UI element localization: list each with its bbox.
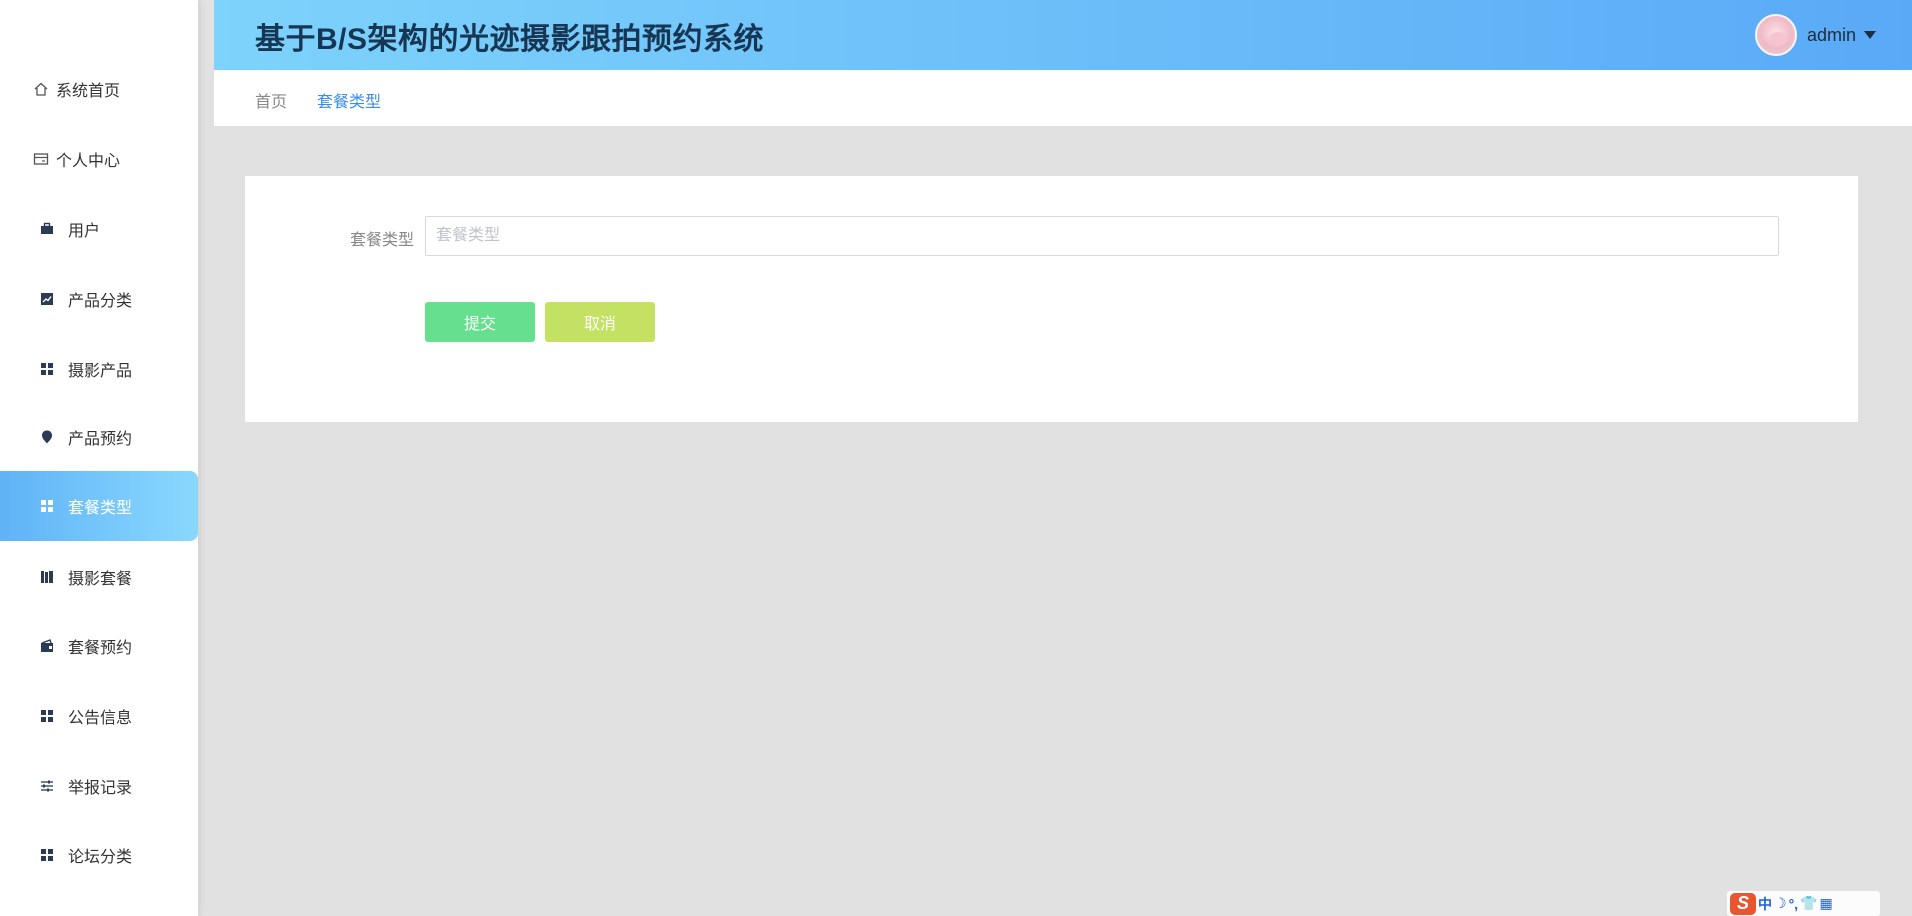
sidebar-item-label: 套餐预约 — [68, 640, 133, 657]
id-card-icon — [32, 150, 50, 168]
sidebar-item-package-booking[interactable]: 套餐预约 — [0, 611, 198, 681]
cancel-button[interactable]: 取消 — [545, 302, 655, 342]
breadcrumb-home[interactable]: 首页 — [255, 88, 287, 112]
sidebar-item-photo-package[interactable]: 摄影套餐 — [0, 542, 198, 612]
package-type-label: 套餐类型 — [350, 232, 415, 249]
sidebar-item-package-type[interactable]: 套餐类型 — [0, 471, 198, 541]
user-name[interactable]: admin — [1807, 25, 1856, 46]
briefcase-icon — [38, 220, 56, 238]
punctuation-icon[interactable]: °, — [1789, 896, 1799, 912]
caret-down-icon[interactable] — [1864, 31, 1876, 39]
user-menu[interactable]: admin — [1754, 14, 1876, 56]
grid-icon — [38, 846, 56, 864]
sogou-logo-icon[interactable]: S — [1730, 892, 1756, 915]
sidebar: 系统首页 个人中心 用户 产品分类 摄影产品 产品预约 套餐类型 摄影套餐 套餐… — [0, 0, 198, 916]
home-icon — [32, 80, 50, 98]
sidebar-item-label: 摄影套餐 — [68, 571, 133, 588]
sidebar-item-label: 产品预约 — [68, 431, 133, 448]
sidebar-item-product-booking[interactable]: 产品预约 — [0, 402, 198, 472]
sidebar-item-label: 公告信息 — [68, 710, 133, 727]
sidebar-item-profile[interactable]: 个人中心 — [0, 124, 198, 194]
avatar[interactable] — [1754, 14, 1797, 56]
toolbox-icon[interactable]: ▦ — [1820, 895, 1833, 912]
package-type-input[interactable] — [425, 216, 1779, 256]
sidebar-item-forum-category[interactable]: 论坛分类 — [0, 820, 198, 890]
sidebar-item-label: 举报记录 — [68, 780, 133, 797]
chart-icon — [38, 290, 56, 308]
sidebar-item-home[interactable]: 系统首页 — [0, 54, 198, 124]
sidebar-item-product-category[interactable]: 产品分类 — [0, 264, 198, 334]
books-icon — [38, 568, 56, 586]
sidebar-item-report-record[interactable]: 举报记录 — [0, 751, 198, 821]
submit-button[interactable]: 提交 — [425, 302, 535, 342]
sidebar-item-label: 论坛分类 — [68, 849, 133, 866]
grid-icon — [38, 497, 56, 515]
sidebar-item-label: 摄影产品 — [68, 363, 133, 380]
ime-toolbar[interactable]: S 中 ☽ °, 👕 ▦ — [1727, 891, 1880, 916]
breadcrumb: 首页 套餐类型 — [214, 70, 1912, 126]
skin-icon[interactable]: 👕 — [1800, 895, 1817, 912]
wallet-icon — [38, 637, 56, 655]
form-card: 套餐类型 提交 取消 — [245, 176, 1858, 422]
app-title: 基于B/S架构的光迹摄影跟拍预约系统 — [255, 23, 765, 56]
top-header: 基于B/S架构的光迹摄影跟拍预约系统 admin — [214, 0, 1912, 70]
sidebar-item-announcement[interactable]: 公告信息 — [0, 681, 198, 751]
sidebar-item-label: 个人中心 — [56, 153, 121, 170]
sidebar-item-label: 产品分类 — [68, 293, 133, 310]
sliders-icon — [38, 777, 56, 795]
grid-icon — [38, 360, 56, 378]
sidebar-item-label: 套餐类型 — [68, 500, 133, 517]
pin-icon — [38, 428, 56, 446]
sidebar-item-label: 系统首页 — [56, 83, 121, 100]
ime-chinese-mode[interactable]: 中 — [1758, 894, 1772, 914]
sidebar-item-users[interactable]: 用户 — [0, 194, 198, 264]
breadcrumb-current[interactable]: 套餐类型 — [317, 88, 381, 112]
sidebar-item-photo-product[interactable]: 摄影产品 — [0, 334, 198, 404]
sidebar-item-label: 用户 — [68, 223, 101, 240]
grid-icon — [38, 707, 56, 725]
moon-icon[interactable]: ☽ — [1774, 895, 1787, 912]
